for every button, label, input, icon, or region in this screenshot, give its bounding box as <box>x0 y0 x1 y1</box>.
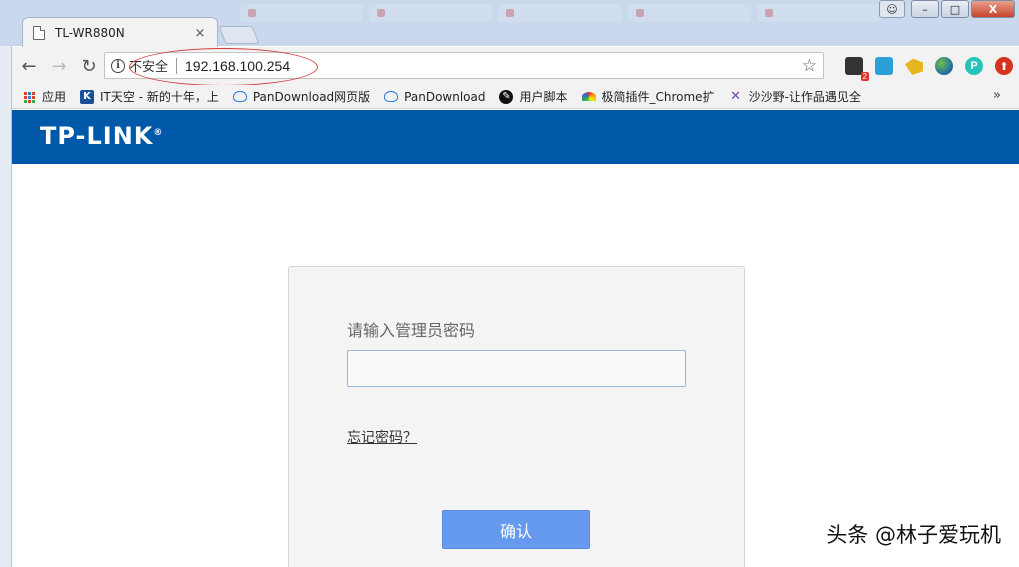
apps-grid-icon <box>22 90 36 104</box>
browser-toolbar: ← → ↻ i 不安全 192.168.100.254 ☆ 2 P ⬆ <box>12 47 1019 85</box>
bookmark-it-tiankong[interactable]: K IT天空 - 新的十年，上 <box>80 88 219 105</box>
upload-extension-icon[interactable]: ⬆ <box>995 57 1013 75</box>
bookmarks-overflow-icon[interactable]: » <box>993 88 1001 103</box>
password-label: 请输入管理员密码 <box>347 321 476 340</box>
watermark: 头条 @林子爱玩机 <box>826 523 1001 547</box>
bookmark-pandownload-web[interactable]: PanDownload网页版 <box>232 88 371 105</box>
tv-extension-icon[interactable] <box>875 57 893 75</box>
back-arrow-icon[interactable]: ← <box>16 53 42 79</box>
confirm-button[interactable]: 确认 <box>442 510 590 549</box>
maximize-button[interactable]: □ <box>941 0 969 18</box>
background-tab[interactable] <box>498 4 622 22</box>
background-tab[interactable] <box>240 4 364 22</box>
tampermonkey-style-icon[interactable] <box>905 58 923 75</box>
forward-arrow-icon[interactable]: → <box>46 53 72 79</box>
extension-badge: 2 <box>860 72 869 81</box>
registered-mark: ® <box>153 128 164 138</box>
bookmarks-bar: 应用 K IT天空 - 新的十年，上 PanDownload网页版 PanDow… <box>12 85 1019 109</box>
password-input[interactable] <box>347 350 686 387</box>
bookmark-label: 应用 <box>42 90 67 104</box>
tplink-logo: TP-LINK® <box>40 122 163 150</box>
tab-tl-wr880n[interactable]: TL-WR880N × <box>22 17 218 48</box>
extension-icons: 2 P ⬆ <box>845 57 1013 81</box>
user-profile-icon[interactable]: ☺ <box>879 0 905 18</box>
left-window-edge <box>0 46 12 567</box>
tplink-header: TP-LINK® <box>12 110 1019 164</box>
security-label[interactable]: 不安全 <box>129 56 168 75</box>
bookmark-minimal-plugins[interactable]: 极简插件_Chrome扩 <box>581 88 715 105</box>
extension-1-icon[interactable]: 2 <box>845 57 869 81</box>
info-icon[interactable]: i <box>111 58 125 73</box>
background-tab[interactable] <box>369 4 493 22</box>
cloud-icon <box>384 91 399 102</box>
cloud-icon <box>232 91 247 102</box>
background-tab[interactable] <box>756 4 881 22</box>
bookmark-user-scripts[interactable]: ✎ 用户脚本 <box>499 88 568 105</box>
p-extension-icon[interactable]: P <box>965 57 983 75</box>
it-tiankong-icon: K <box>80 89 95 104</box>
close-tab-icon[interactable]: × <box>193 26 207 41</box>
page-icon <box>33 26 45 40</box>
bookmark-apps[interactable]: 应用 <box>22 88 66 105</box>
bookmark-shashaye[interactable]: ✕ 沙沙野-让作品遇见全 <box>729 88 861 105</box>
bookmark-label: IT天空 - 新的十年，上 <box>100 90 219 104</box>
rainbow-icon <box>581 92 596 101</box>
bookmark-star-icon[interactable]: ☆ <box>802 56 817 76</box>
new-tab-button[interactable] <box>218 26 260 44</box>
bookmark-label: 用户脚本 <box>519 90 568 104</box>
window-controls: ☺ – □ X <box>879 0 1015 18</box>
login-panel: 请输入管理员密码 忘记密码？ 确认 <box>288 266 745 567</box>
minimize-button[interactable]: – <box>911 0 939 18</box>
user-script-icon: ✎ <box>499 89 514 104</box>
shasha-icon: ✕ <box>730 89 742 104</box>
tab-title: TL-WR880N <box>55 26 125 40</box>
forgot-password-link[interactable]: 忘记密码？ <box>347 427 417 447</box>
bookmark-label: 沙沙野-让作品遇见全 <box>748 90 861 104</box>
background-tab[interactable] <box>627 4 751 22</box>
reload-icon[interactable]: ↻ <box>76 53 102 79</box>
bookmark-label: PanDownload <box>404 89 486 104</box>
bookmark-label: 极简插件_Chrome扩 <box>601 90 715 104</box>
address-bar[interactable]: i 不安全 192.168.100.254 ☆ <box>104 52 824 79</box>
url-text[interactable]: 192.168.100.254 <box>185 58 290 74</box>
url-separator <box>176 57 178 74</box>
brand-name: TP-LINK <box>40 122 154 150</box>
background-tabs <box>240 4 881 26</box>
close-window-button[interactable]: X <box>971 0 1015 18</box>
bookmark-label: PanDownload网页版 <box>252 90 371 104</box>
bookmark-pandownload[interactable]: PanDownload <box>384 90 485 104</box>
globe-extension-icon[interactable] <box>935 57 953 75</box>
